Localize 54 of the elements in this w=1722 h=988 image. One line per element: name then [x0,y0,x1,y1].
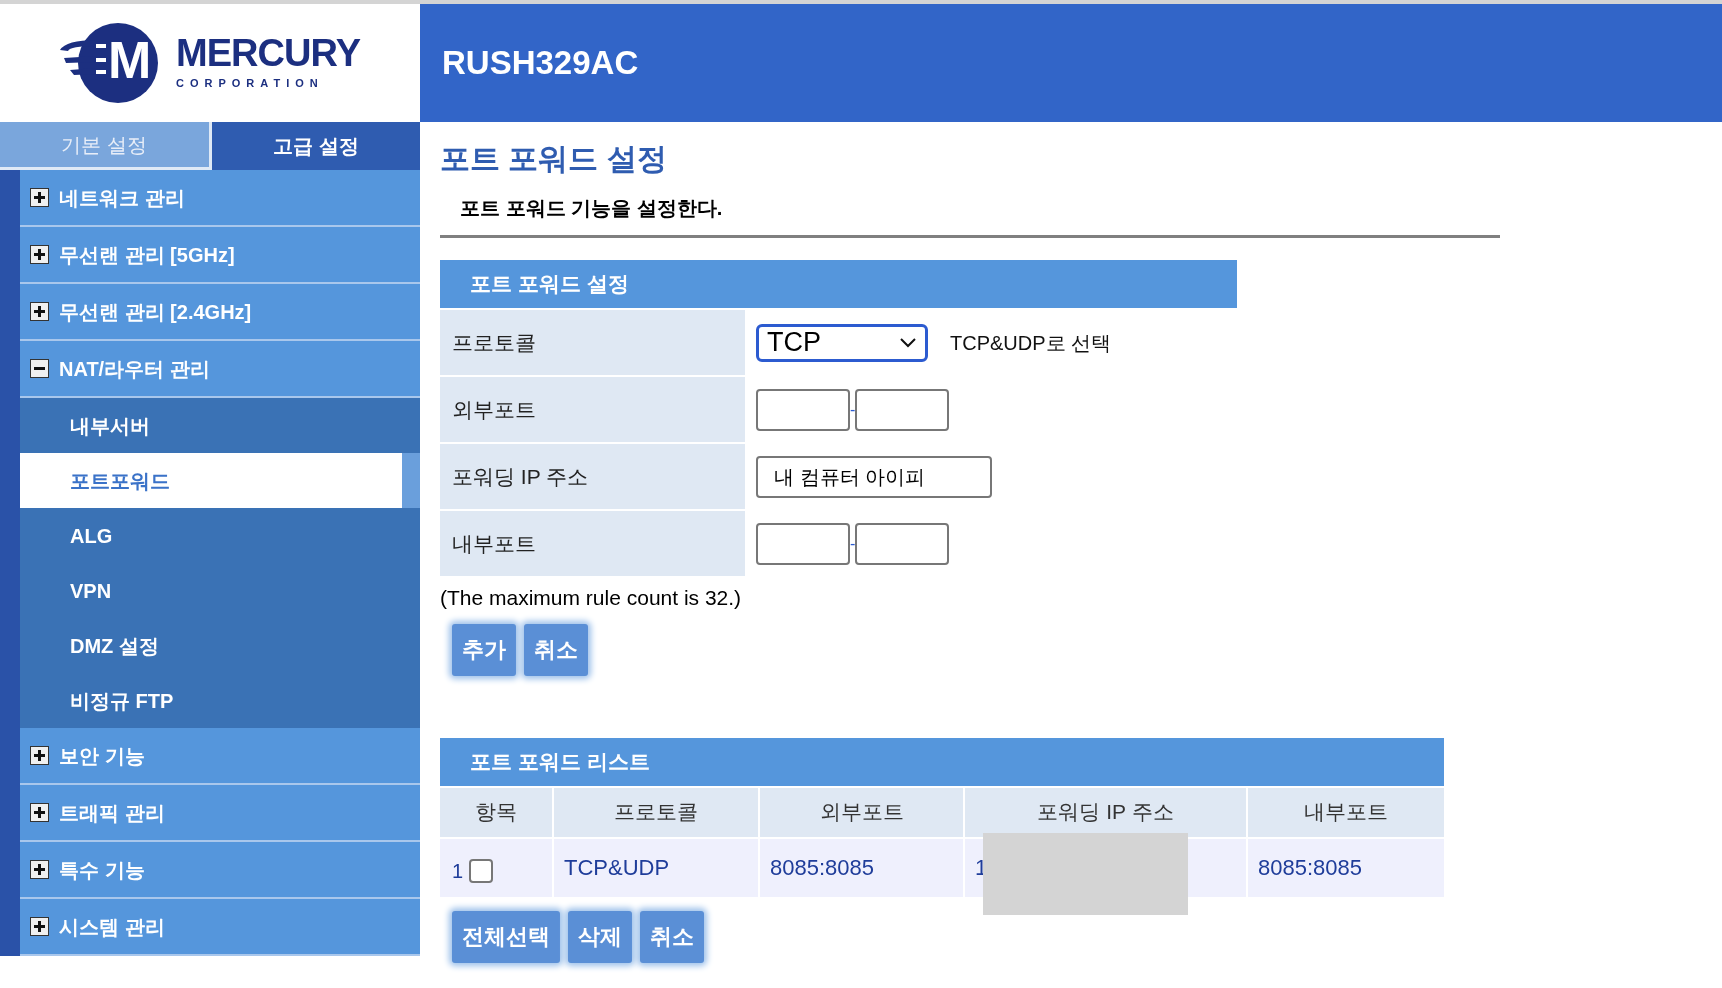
device-title: RUSH329AC [442,43,639,84]
column-header: 내부포트 [1248,787,1444,837]
action-button[interactable]: 취소 [524,623,588,676]
field-label: 프로토콜 [440,310,745,375]
sidebar-item[interactable]: 무선랜 관리 [5GHz] [20,227,420,284]
tab[interactable]: 기본 설정 [0,122,212,170]
sidebar-subitem[interactable]: VPN [20,563,420,618]
sidebar-item[interactable]: 무선랜 관리 [2.4GHz] [20,284,420,341]
logo-letter: M [108,34,152,86]
input-field[interactable] [855,388,950,431]
action-button[interactable]: 전체선택 [452,910,560,963]
input-field[interactable] [855,522,950,565]
table-cell-text: 8085:8085 [1258,854,1362,882]
section-header: 포트 포워드 리스트 [440,737,1444,786]
protocol-select[interactable]: TCP [756,323,928,362]
row-number: 1 [452,858,464,884]
sidebar-item[interactable]: 특수 기능 [20,842,420,899]
column-header: 외부포트 [760,787,963,837]
input-field[interactable] [756,522,850,565]
range-separator: - [850,401,856,418]
sidebar-item[interactable]: 보안 기능 [20,728,420,785]
sidebar-item[interactable]: NAT/라우터 관리 [20,341,420,398]
logo-tagline: CORPORATION [176,76,325,92]
table-cell-text: 8085:8085 [770,854,874,882]
sidebar-item[interactable]: 네트워크 관리 [20,170,420,227]
selection-indicator [402,453,420,508]
action-button[interactable]: 삭제 [568,910,632,963]
checkbox[interactable] [469,858,494,883]
field-label: 포워딩 IP 주소 [440,444,745,509]
sidebar-item[interactable]: 트래픽 관리 [20,785,420,842]
note-text: (The maximum rule count is 32.) [440,585,743,611]
field-label: 내부포트 [440,511,745,576]
action-button[interactable]: 취소 [640,910,704,963]
page-description: 포트 포워드 기능을 설정한다. [459,196,724,221]
column-header: 포워딩 IP 주소 [965,787,1246,837]
page-title: 포트 포워드 설정 [440,141,668,177]
sidebar-subitem[interactable]: 포트포워드 [20,453,402,508]
input-field[interactable]: 내 컴퓨터 아이피 [756,455,992,498]
column-header: 항목 [440,787,552,837]
chevron-down-icon [899,336,917,349]
field-label: 외부포트 [440,377,745,442]
range-separator: - [850,535,856,552]
hint-text: TCP&UDP로 선택 [950,330,1112,356]
input-field[interactable] [756,388,850,431]
section-header: 포트 포워드 설정 [440,260,1237,308]
sidebar-subitem[interactable]: 비정규 FTP [20,673,420,728]
sidebar-subitem[interactable]: ALG [20,508,420,563]
table-cell-text: TCP&UDP [564,854,670,882]
sidebar-subitem[interactable]: DMZ 설정 [20,618,420,673]
logo-name: MERCURY [176,34,361,73]
sidebar-item[interactable]: 시스템 관리 [20,899,420,956]
sidebar-subitem[interactable]: 내부서버 [20,398,420,453]
column-header: 프로토콜 [554,787,758,837]
action-button[interactable]: 추가 [452,623,516,676]
